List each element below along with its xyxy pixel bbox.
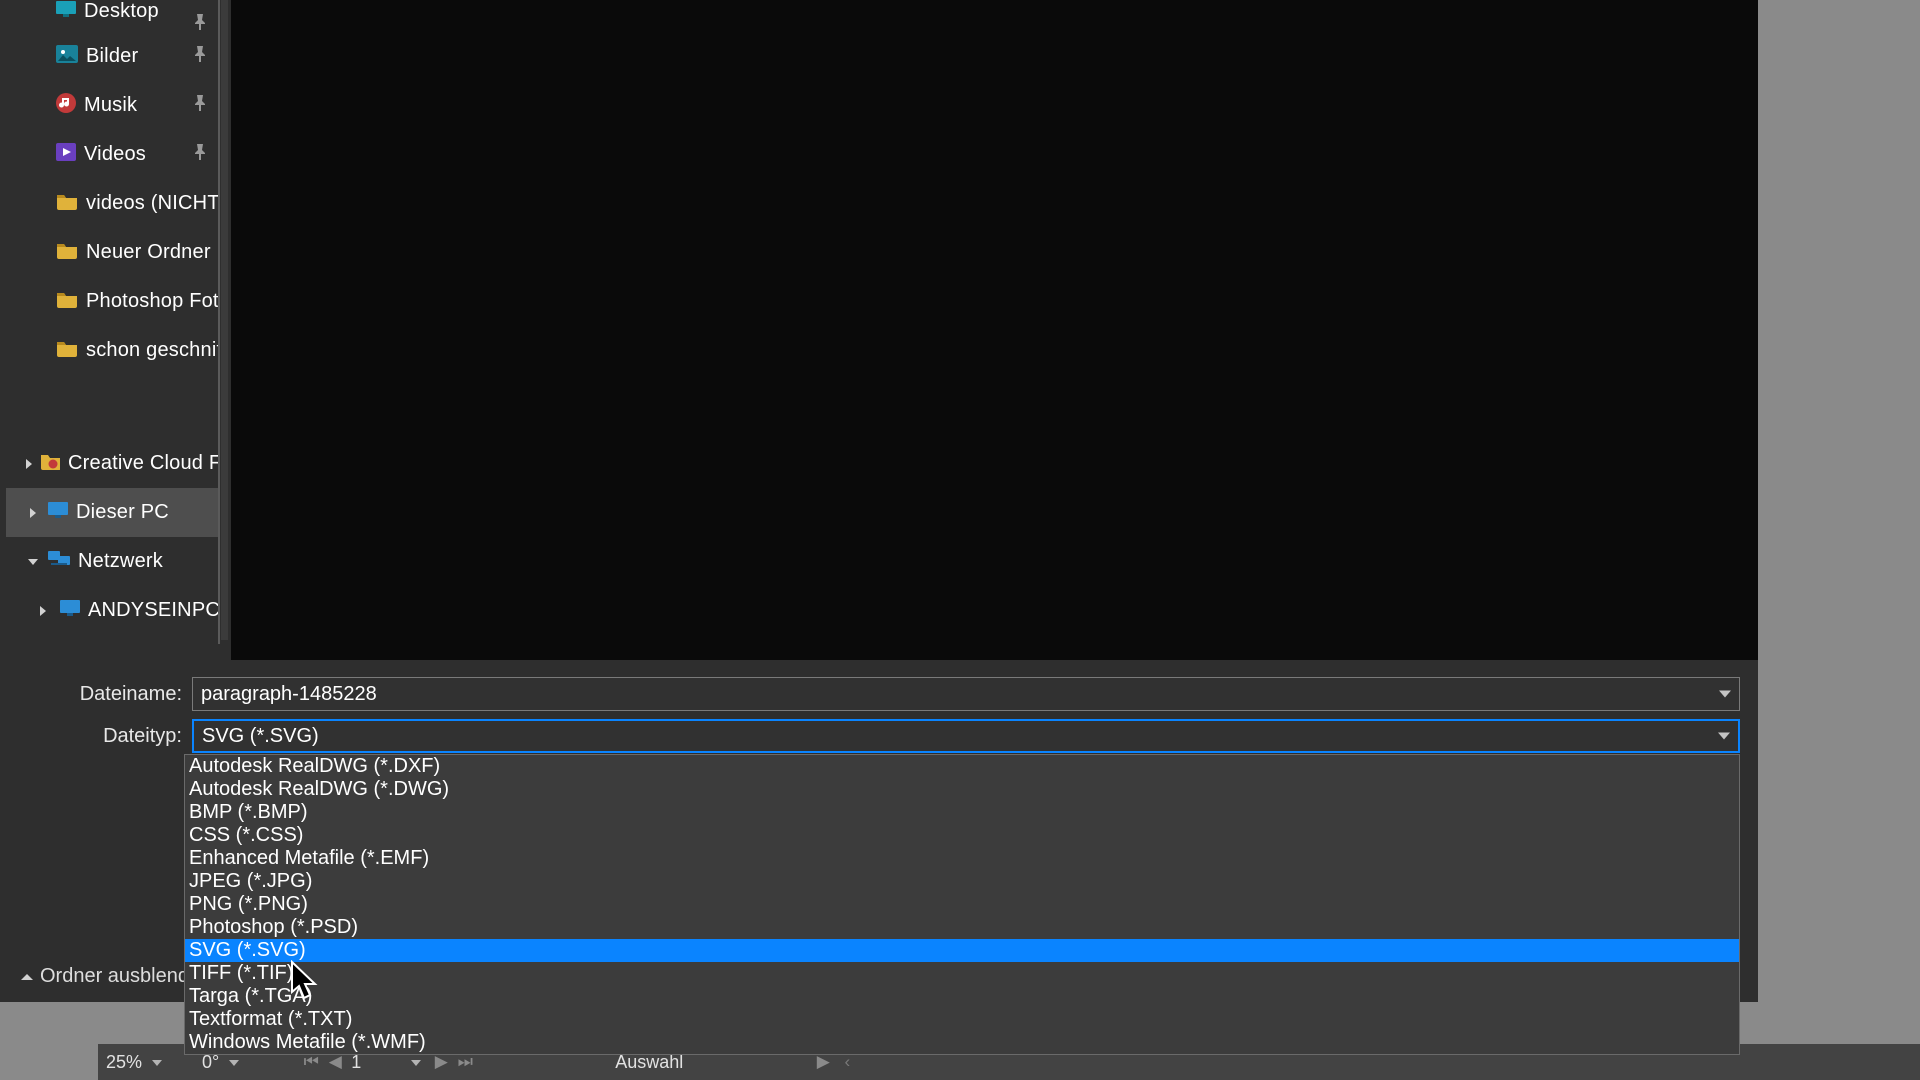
- folder-tree-sidebar[interactable]: Desktop Bilder Musik: [6, 0, 220, 628]
- filetype-option[interactable]: Enhanced Metafile (*.EMF): [185, 847, 1739, 870]
- filename-input[interactable]: paragraph-1485228: [192, 677, 1740, 711]
- filetype-option[interactable]: Textformat (*.TXT): [185, 1008, 1739, 1031]
- pin-icon: [190, 12, 210, 32]
- page-last-icon[interactable]: ⏭: [453, 1052, 477, 1072]
- pin-icon: [190, 93, 210, 113]
- chevron-right-icon[interactable]: [24, 507, 42, 519]
- sidebar-item-label: Videos: [84, 143, 146, 166]
- page-next-icon[interactable]: ▶: [429, 1052, 453, 1072]
- filetype-option[interactable]: CSS (*.CSS): [185, 824, 1739, 847]
- filename-value: paragraph-1485228: [201, 683, 377, 706]
- filetype-dropdown-list[interactable]: Autodesk RealDWG (*.DXF)Autodesk RealDWG…: [184, 754, 1740, 1055]
- filetype-option[interactable]: Autodesk RealDWG (*.DWG): [185, 778, 1739, 801]
- sidebar-item-schon-geschnitt[interactable]: schon geschnitt: [6, 326, 220, 375]
- sidebar-item-neuer-ordner[interactable]: Neuer Ordner: [6, 228, 220, 277]
- filetype-option[interactable]: JPEG (*.JPG): [185, 870, 1739, 893]
- sidebar-item-videos[interactable]: Videos: [6, 130, 220, 179]
- cc-icon: [40, 452, 60, 476]
- filename-label: Dateiname:: [0, 683, 192, 706]
- photo-icon: [56, 45, 78, 69]
- sidebar-spacer: [6, 375, 220, 439]
- sidebar-item-desktop[interactable]: Desktop: [6, 0, 220, 32]
- folder-icon: [56, 192, 78, 216]
- save-dialog: Desktop Bilder Musik: [0, 0, 1758, 1002]
- network-icon: [48, 550, 70, 573]
- tree-item-netzwerk[interactable]: Netzwerk: [6, 537, 220, 586]
- filetype-option[interactable]: Targa (*.TGA): [185, 985, 1739, 1008]
- monitor-icon: [56, 0, 76, 23]
- tree-item-andyseinpc[interactable]: ANDYSEINPC: [6, 586, 220, 628]
- tree-item-label: Creative Cloud F: [68, 452, 220, 475]
- filetype-select[interactable]: SVG (*.SVG): [192, 719, 1740, 753]
- folder-icon: [56, 339, 78, 363]
- sidebar-item-label: Photoshop Foto: [86, 290, 220, 313]
- filetype-option[interactable]: PNG (*.PNG): [185, 893, 1739, 916]
- pin-icon: [190, 142, 210, 162]
- hide-folders-toggle[interactable]: Ordner ausblende: [20, 965, 200, 988]
- zoom-value: 25%: [98, 1052, 170, 1073]
- sidebar-scroll-border: [218, 0, 220, 644]
- filetype-option[interactable]: SVG (*.SVG): [185, 939, 1739, 962]
- computer-icon: [48, 501, 68, 524]
- tree-item-label: Netzwerk: [78, 550, 163, 573]
- sidebar-item-label: videos (NICHT F: [86, 192, 220, 215]
- chevron-right-icon[interactable]: [34, 605, 52, 617]
- file-list-area[interactable]: [231, 0, 1758, 660]
- sidebar-item-label: Bilder: [86, 45, 138, 68]
- upper-pane: Desktop Bilder Musik: [0, 0, 1758, 660]
- page-prev-icon[interactable]: ◀: [323, 1052, 347, 1072]
- sidebar-item-label: Desktop: [84, 0, 159, 23]
- filetype-option[interactable]: Autodesk RealDWG (*.DXF): [185, 755, 1739, 778]
- video-icon: [56, 143, 76, 167]
- computer-icon: [60, 599, 80, 622]
- zoom-dropdown[interactable]: 25%: [98, 1044, 170, 1080]
- hide-folders-label: Ordner ausblende: [40, 965, 200, 988]
- folder-icon: [56, 290, 78, 314]
- sidebar-item-label: schon geschnitt: [86, 339, 220, 362]
- filetype-label: Dateityp:: [0, 725, 192, 748]
- pin-icon: [190, 44, 210, 64]
- sidebar-item-label: Musik: [84, 94, 137, 117]
- music-icon: [56, 93, 76, 119]
- chevron-right-icon[interactable]: [24, 458, 34, 470]
- sidebar-scrollbar[interactable]: [221, 0, 228, 640]
- back-icon[interactable]: ‹: [835, 1052, 859, 1072]
- filetype-option[interactable]: TIFF (*.TIF): [185, 962, 1739, 985]
- form-section: Dateiname: paragraph-1485228 Dateityp: S…: [0, 674, 1758, 758]
- sidebar-item-musik[interactable]: Musik: [6, 81, 220, 130]
- tree-item-creative-cloud[interactable]: Creative Cloud F: [6, 439, 220, 488]
- filetype-option[interactable]: Photoshop (*.PSD): [185, 916, 1739, 939]
- tree-item-dieser-pc[interactable]: Dieser PC: [6, 488, 220, 537]
- sidebar-item-photoshop-foto[interactable]: Photoshop Foto: [6, 277, 220, 326]
- tree-item-label: ANDYSEINPC: [88, 599, 220, 622]
- filetype-option[interactable]: Windows Metafile (*.WMF): [185, 1031, 1739, 1054]
- sidebar-item-videos-nicht[interactable]: videos (NICHT F: [6, 179, 220, 228]
- chevron-up-icon: [20, 965, 34, 988]
- filetype-value: SVG (*.SVG): [202, 725, 319, 748]
- folder-icon: [56, 241, 78, 265]
- play-icon[interactable]: ▶: [811, 1052, 835, 1072]
- sidebar-item-label: Neuer Ordner: [86, 241, 211, 264]
- filetype-option[interactable]: BMP (*.BMP): [185, 801, 1739, 824]
- tree-item-label: Dieser PC: [76, 501, 169, 524]
- page-first-icon[interactable]: ⏮: [299, 1052, 323, 1072]
- sidebar-item-bilder[interactable]: Bilder: [6, 32, 220, 81]
- chevron-down-icon[interactable]: [24, 557, 42, 567]
